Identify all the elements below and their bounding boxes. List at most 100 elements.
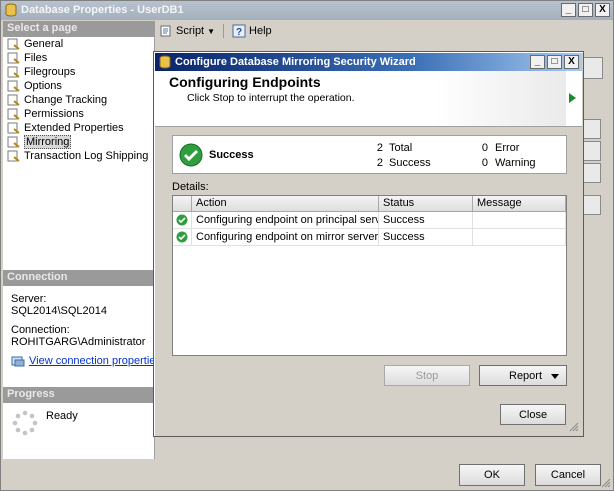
row-status: Success <box>379 229 473 246</box>
ok-button[interactable]: OK <box>459 464 525 486</box>
grid-header-status[interactable]: Status <box>379 196 473 212</box>
wizard-title: Configure Database Mirroring Security Wi… <box>175 56 416 68</box>
outer-close-button[interactable]: X <box>595 3 610 17</box>
wizard-minimize-button[interactable]: _ <box>530 55 545 69</box>
page-wrench-icon <box>7 52 20 64</box>
outer-title-bar[interactable]: Database Properties - UserDB1 _ □ X <box>1 1 613 20</box>
page-item-permissions[interactable]: Permissions <box>7 107 84 121</box>
success-count: 2 <box>376 157 383 169</box>
row-icon-cell <box>173 229 192 246</box>
script-icon <box>160 25 171 37</box>
page-item-label: Transaction Log Shipping <box>24 150 149 162</box>
success-check-icon <box>179 143 203 167</box>
page-wrench-icon <box>7 122 20 134</box>
grid-header-action[interactable]: Action <box>192 196 379 212</box>
connection-header: Connection <box>3 270 155 286</box>
right-pane-button[interactable] <box>583 57 603 79</box>
connection-value: ROHITGARG\Administrator <box>11 336 146 348</box>
resize-grip-icon[interactable] <box>569 422 579 432</box>
report-button[interactable]: Report <box>479 365 567 386</box>
wizard-subheading: Click Stop to interrupt the operation. <box>187 92 355 104</box>
page-item-transaction-log-shipping[interactable]: Transaction Log Shipping <box>7 149 148 163</box>
outer-maximize-button[interactable]: □ <box>578 3 593 17</box>
page-wrench-icon <box>7 94 20 106</box>
help-label: Help <box>249 25 272 37</box>
page-item-extended-properties[interactable]: Extended Properties <box>7 121 124 135</box>
row-action: Configuring endpoint on mirror server(S.… <box>192 229 379 246</box>
page-item-label: Files <box>24 52 48 64</box>
left-pane: Select a page General Files Filegroups O… <box>3 21 161 459</box>
row-icon-cell <box>173 212 192 229</box>
connection-properties-icon <box>11 356 25 367</box>
grid-header-message[interactable]: Message <box>473 196 566 212</box>
mirroring-security-wizard: Configure Database Mirroring Security Wi… <box>153 51 584 437</box>
outer-toolbar: Script ▼ ? Help <box>159 21 272 41</box>
wizard-app-icon <box>159 55 171 69</box>
success-label: Success <box>389 157 431 169</box>
close-button[interactable]: Close <box>500 404 566 425</box>
page-wrench-icon <box>7 136 20 148</box>
database-icon <box>5 3 17 17</box>
outer-title: Database Properties - UserDB1 <box>21 4 184 16</box>
report-label: Report <box>509 370 543 382</box>
stop-button[interactable]: Stop <box>384 365 470 386</box>
grid-header-icon-column <box>173 196 192 212</box>
wizard-maximize-button[interactable]: □ <box>547 55 562 69</box>
play-arrow-icon <box>569 93 576 103</box>
script-button[interactable]: Script ▼ <box>159 24 215 38</box>
right-pane-button[interactable] <box>583 119 601 139</box>
row-action: Configuring endpoint on principal server… <box>192 212 379 229</box>
view-connection-properties-link[interactable]: View connection properties <box>29 355 161 367</box>
help-button[interactable]: ? Help <box>232 24 272 38</box>
page-item-label: Extended Properties <box>24 122 124 134</box>
row-message <box>473 229 566 246</box>
page-wrench-icon <box>7 150 20 162</box>
status-summary: Success 2 Total 2 Success 0 Error 0 Warn… <box>172 135 567 174</box>
total-count: 2 <box>376 142 383 154</box>
right-pane-button[interactable] <box>583 195 601 215</box>
page-wrench-icon <box>7 38 20 50</box>
help-icon: ? <box>232 24 246 38</box>
page-item-general[interactable]: General <box>7 37 63 51</box>
total-label: Total <box>389 142 413 154</box>
wizard-title-bar[interactable]: Configure Database Mirroring Security Wi… <box>155 53 582 71</box>
page-item-filegroups[interactable]: Filegroups <box>7 65 75 79</box>
progress-status: Ready <box>46 410 78 422</box>
details-grid: Action Status Message Configuring endpoi… <box>172 195 567 356</box>
error-label: Error <box>495 142 520 154</box>
chevron-down-icon[interactable]: ▼ <box>207 27 215 36</box>
connection-label: Connection: <box>11 324 70 336</box>
error-count: 0 <box>481 142 488 154</box>
page-wrench-icon <box>7 66 20 78</box>
page-item-label: General <box>24 38 64 50</box>
row-message <box>473 212 566 229</box>
chevron-down-icon <box>551 374 559 379</box>
resize-grip-icon[interactable] <box>601 478 611 488</box>
summary-status: Success <box>209 149 254 161</box>
page-item-files[interactable]: Files <box>7 51 47 65</box>
warning-count: 0 <box>481 157 488 169</box>
warning-label: Warning <box>495 157 536 169</box>
details-label: Details: <box>172 181 209 193</box>
page-item-label: Permissions <box>24 108 84 120</box>
success-check-icon <box>176 231 188 243</box>
right-pane-button[interactable] <box>583 141 601 161</box>
database-properties-window: Database Properties - UserDB1 _ □ X Sele… <box>0 0 614 491</box>
wizard-close-button[interactable]: X <box>564 55 579 69</box>
page-item-mirroring[interactable]: Mirroring <box>7 135 72 149</box>
right-pane-button[interactable] <box>583 163 601 183</box>
server-label: Server: <box>11 293 47 305</box>
cancel-button[interactable]: Cancel <box>535 464 601 486</box>
wizard-heading: Configuring Endpoints <box>169 74 321 90</box>
banner-graphic <box>435 71 566 126</box>
outer-minimize-button[interactable]: _ <box>561 3 576 17</box>
page-item-label: Options <box>24 80 62 92</box>
page-wrench-icon <box>7 108 20 120</box>
page-item-label: Mirroring <box>24 135 72 149</box>
page-item-options[interactable]: Options <box>7 79 62 93</box>
page-item-change-tracking[interactable]: Change Tracking <box>7 93 107 107</box>
svg-text:?: ? <box>236 27 242 38</box>
progress-header: Progress <box>3 387 155 403</box>
page-item-label: Change Tracking <box>24 94 108 106</box>
view-connection-properties[interactable]: View connection properties <box>11 355 161 367</box>
